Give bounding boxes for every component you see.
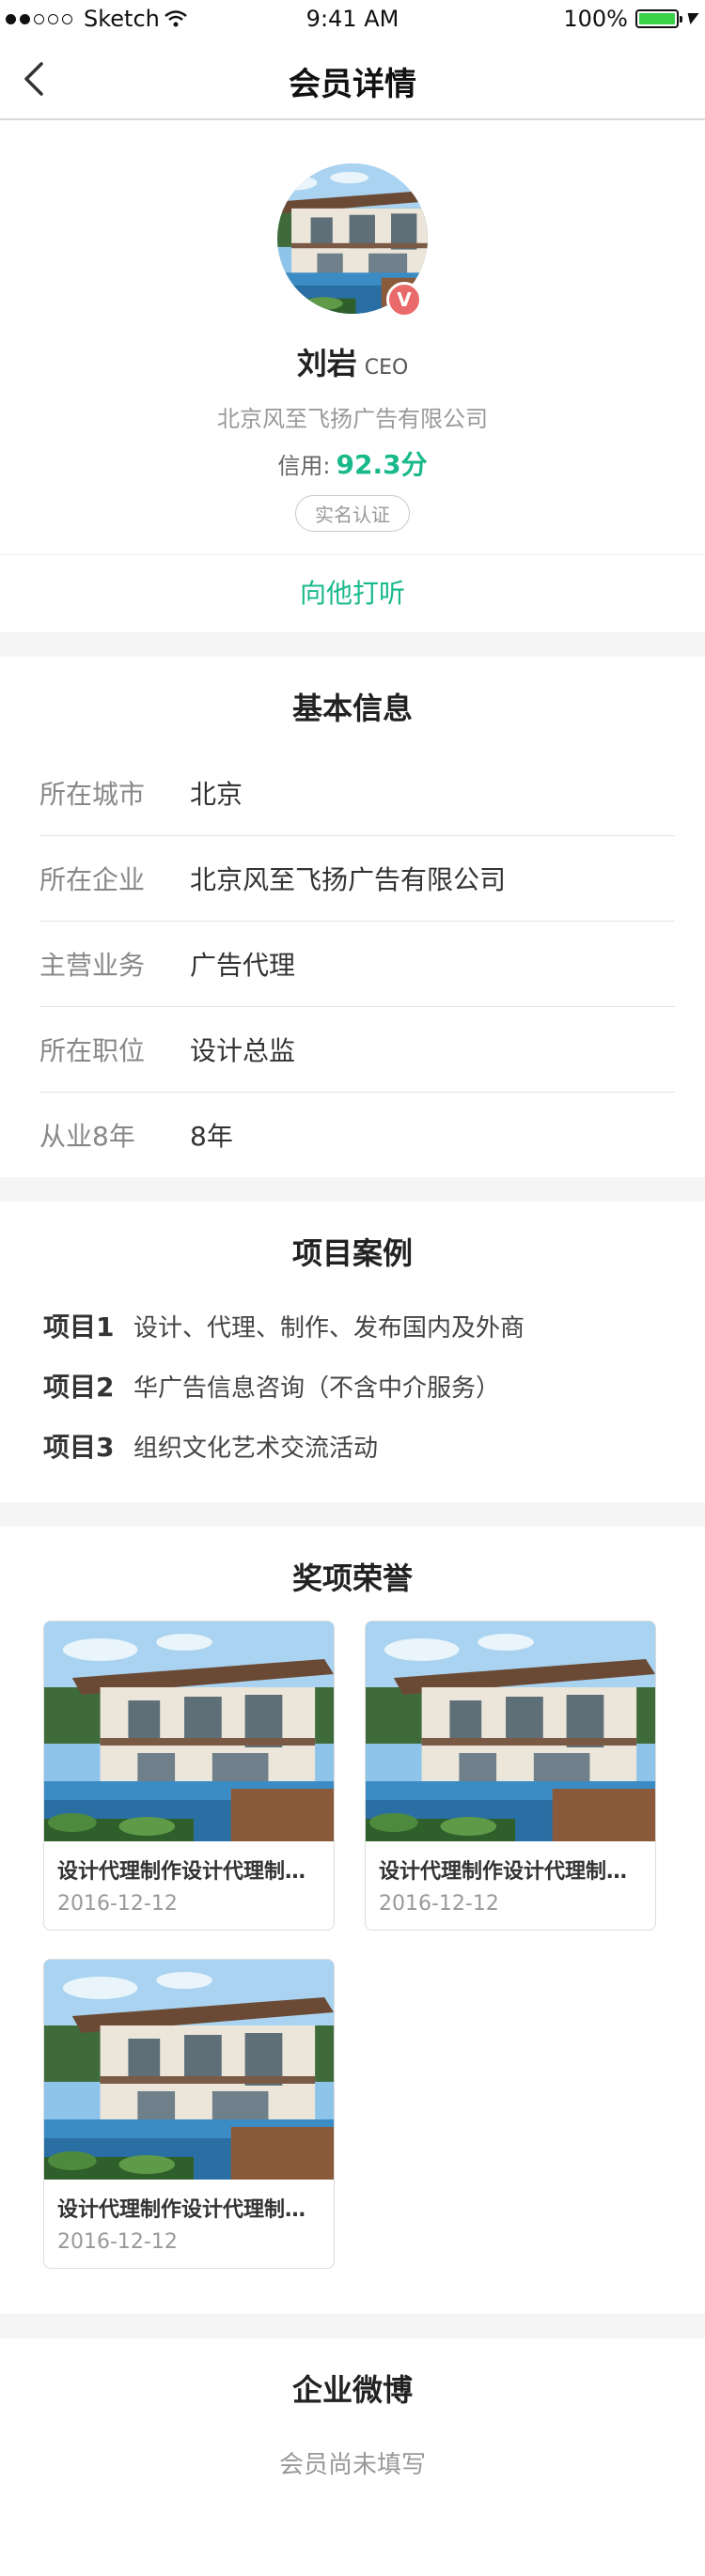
info-label: 从业8年 — [39, 1121, 135, 1152]
profile-card: V 刘岩 CEO 北京风至飞扬广告有限公司 信用: 92.3分 实名认证 向他打听 — [0, 120, 705, 632]
info-value: 8年 — [190, 1121, 233, 1152]
basic-info-section: 基本信息 所在城市 北京 所在企业 北京风至飞扬广告有限公司 主营业务 广告代理… — [0, 657, 705, 1177]
credit-row: 信用: 92.3分 — [0, 444, 705, 482]
award-card[interactable]: 设计代理制作设计代理制作设计代理制作 2016-12-12 — [43, 1621, 335, 1931]
info-row-experience: 从业8年 8年 — [39, 1093, 675, 1177]
info-value: 北京 — [190, 779, 243, 810]
award-image — [44, 1622, 334, 1841]
real-name-verify-badge: 实名认证 — [295, 495, 410, 532]
section-title: 基本信息 — [291, 691, 413, 726]
awards-grid: 设计代理制作设计代理制作设计代理制作 2016-12-12 设计代理制作设计代理… — [0, 1621, 705, 2314]
award-image — [366, 1622, 655, 1841]
battery-indicator: 100% — [563, 6, 699, 32]
award-caption: 设计代理制作设计代理制作设计代理制作 — [57, 1860, 334, 1884]
info-label: 所在企业 — [39, 864, 146, 895]
battery-percent: 100% — [563, 6, 628, 32]
info-row-city: 所在城市 北京 — [39, 751, 675, 836]
award-caption: 设计代理制作设计代理制作设计代理制作 — [57, 2198, 334, 2222]
project-item: 项目1 设计、代理、制作、发布国内及外商 — [0, 1296, 705, 1356]
section-title: 项目案例 — [291, 1235, 413, 1271]
member-title: CEO — [364, 356, 409, 380]
project-text: 设计、代理、制作、发布国内及外商 — [133, 1313, 525, 1342]
member-name-row: 刘岩 CEO — [0, 340, 705, 383]
basic-info-list: 所在城市 北京 所在企业 北京风至飞扬广告有限公司 主营业务 广告代理 所在职位… — [0, 751, 705, 1177]
project-cases-section: 项目案例 项目1 设计、代理、制作、发布国内及外商 项目2 华广告信息咨询（不含… — [0, 1202, 705, 1502]
project-label: 项目3 — [43, 1432, 115, 1463]
info-row-position: 所在职位 设计总监 — [39, 1007, 675, 1093]
status-bar: Sketch 9:41 AM 100% — [0, 0, 705, 38]
award-card[interactable]: 设计代理制作设计代理制作设计代理制作 2016-12-12 — [43, 1959, 335, 2269]
battery-icon — [635, 9, 682, 28]
info-row-company: 所在企业 北京风至飞扬广告有限公司 — [39, 836, 675, 922]
info-value: 设计总监 — [190, 1035, 296, 1066]
info-value: 北京风至飞扬广告有限公司 — [190, 864, 507, 895]
info-value: 广告代理 — [190, 950, 296, 981]
info-label: 所在职位 — [39, 1035, 146, 1066]
credit-score: 92.3分 — [336, 449, 428, 480]
member-company: 北京风至飞扬广告有限公司 — [217, 406, 488, 432]
project-item: 项目3 组织文化艺术交流活动 — [0, 1416, 705, 1476]
award-image — [44, 1960, 334, 2180]
page-title: 会员详情 — [289, 66, 416, 103]
charging-bolt-icon — [684, 13, 699, 24]
empty-state-text: 会员尚未填写 — [278, 2451, 426, 2479]
project-item: 项目2 华广告信息咨询（不含中介服务） — [0, 1356, 705, 1416]
section-title: 企业微博 — [291, 2372, 413, 2408]
info-label: 所在城市 — [39, 779, 146, 810]
project-text: 华广告信息咨询（不含中介服务） — [133, 1373, 501, 1403]
project-label: 项目2 — [43, 1372, 115, 1403]
credit-label: 信用: — [277, 453, 331, 479]
avatar-container: V — [277, 163, 428, 318]
info-row-business: 主营业务 广告代理 — [39, 922, 675, 1007]
company-weibo-section: 企业微博 会员尚未填写 — [0, 2338, 705, 2538]
section-title: 奖项荣誉 — [291, 1560, 413, 1596]
award-date: 2016-12-12 — [57, 1892, 178, 1916]
award-date: 2016-12-12 — [379, 1892, 499, 1916]
bottom-spacer — [0, 2538, 705, 2576]
award-date: 2016-12-12 — [57, 2230, 178, 2254]
project-label: 项目1 — [43, 1311, 115, 1342]
navigation-bar: 会员详情 — [0, 38, 705, 120]
verified-badge: V — [386, 282, 422, 318]
info-label: 主营业务 — [39, 950, 146, 981]
project-text: 组织文化艺术交流活动 — [133, 1434, 379, 1463]
member-name: 刘岩 — [296, 346, 357, 381]
award-card[interactable]: 设计代理制作设计代理制作设计代理制作 2016-12-12 — [365, 1621, 656, 1931]
inquire-button[interactable]: 向他打听 — [0, 554, 705, 632]
award-caption: 设计代理制作设计代理制作设计代理制作 — [379, 1860, 655, 1884]
project-list: 项目1 设计、代理、制作、发布国内及外商 项目2 华广告信息咨询（不含中介服务）… — [0, 1296, 705, 1502]
awards-section: 奖项荣誉 设计代理制作设计代理制作设计代理制作 2016-12-12 设计代理制… — [0, 1527, 705, 2314]
member-detail-page: Sketch 9:41 AM 100% 会员详情 V 刘岩 CEO 北京风至飞扬… — [0, 0, 705, 2576]
